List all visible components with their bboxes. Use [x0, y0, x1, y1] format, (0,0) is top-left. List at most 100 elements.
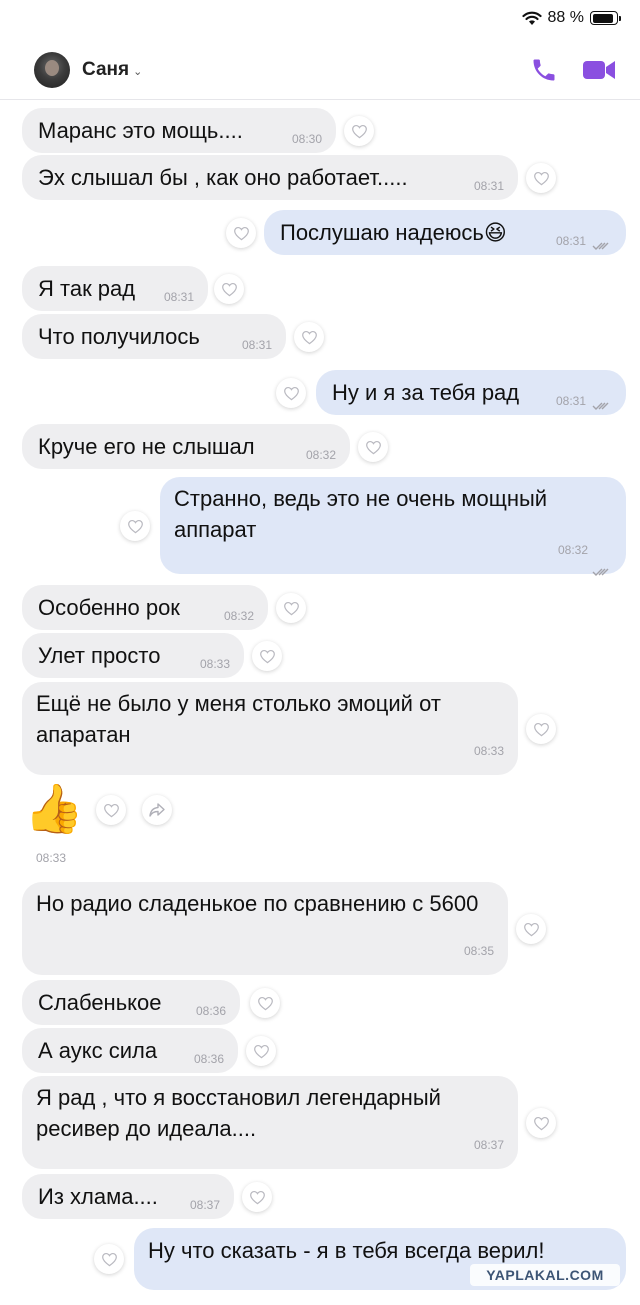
video-call-button[interactable]	[582, 56, 616, 84]
like-heart-button[interactable]	[226, 218, 256, 248]
message-text: Круче его не слышал	[38, 431, 255, 462]
message-time: 08:32	[557, 543, 588, 557]
message-text: Ну и я за тебя рад	[332, 377, 519, 408]
battery-percent: 88 %	[547, 9, 584, 26]
call-button[interactable]	[530, 56, 558, 84]
read-ticks-icon	[592, 228, 612, 250]
message-text: Особенно рок	[38, 592, 180, 623]
heart-icon	[365, 440, 381, 454]
chat-header: Саня ⌄	[0, 44, 640, 100]
heart-icon	[127, 519, 143, 533]
message-text-content: Особенно рок	[38, 595, 180, 620]
incoming-message-bubble[interactable]: Я рад , что я восстановил легендарный ре…	[22, 1076, 518, 1169]
message-text: А аукс сила	[38, 1035, 157, 1066]
message-text: Из хлама....	[38, 1181, 158, 1212]
like-heart-button[interactable]	[526, 163, 556, 193]
message-text-content: Круче его не слышал	[38, 434, 255, 459]
like-heart-button[interactable]	[526, 1108, 556, 1138]
incoming-message-bubble[interactable]: Слабенькое 08:36	[22, 980, 240, 1025]
outgoing-message-bubble[interactable]: Ну и я за тебя рад 08:31	[316, 370, 626, 415]
like-heart-button[interactable]	[276, 378, 306, 408]
heart-icon	[253, 1044, 269, 1058]
heart-icon	[533, 1116, 549, 1130]
message-text-content: Что получилось	[38, 324, 200, 349]
heart-icon	[283, 601, 299, 615]
message-time: 08:37	[473, 1138, 504, 1152]
like-heart-button[interactable]	[96, 795, 126, 825]
incoming-message-bubble[interactable]: Маранс это мощь.... 08:30	[22, 108, 336, 153]
battery-icon	[590, 11, 621, 25]
message-time: 08:33	[36, 851, 67, 865]
message-text-content: Слабенькое	[38, 990, 162, 1015]
incoming-message-bubble[interactable]: Особенно рок 08:32	[22, 585, 268, 630]
message-text-content: Я так рад	[38, 276, 136, 301]
avatar[interactable]	[34, 52, 70, 88]
read-ticks-icon	[592, 554, 612, 576]
heart-icon	[257, 996, 273, 1010]
like-heart-button[interactable]	[294, 322, 324, 352]
like-heart-button[interactable]	[120, 511, 150, 541]
message-text-content: Ну что сказать - я в тебя всегда верил!	[148, 1238, 545, 1263]
outgoing-message-bubble[interactable]: Послушаю надеюсь😆 08:31	[264, 210, 626, 255]
outgoing-message-bubble[interactable]: Странно, ведь это не очень мощный аппара…	[160, 477, 626, 576]
message-text-content: Странно, ведь это не очень мощный аппара…	[174, 486, 548, 542]
message-text: Маранс это мощь....	[38, 115, 243, 146]
message-time: 08:37	[189, 1198, 220, 1212]
message-text: Я так рад	[38, 273, 135, 304]
incoming-message-bubble[interactable]: А аукс сила 08:36	[22, 1028, 238, 1073]
incoming-message-bubble[interactable]: Эх слышал бы , как оно работает..... 08:3…	[22, 155, 518, 200]
like-heart-button[interactable]	[250, 988, 280, 1018]
heart-icon	[283, 386, 299, 400]
heart-icon	[249, 1190, 265, 1204]
like-heart-button[interactable]	[344, 116, 374, 146]
incoming-message-bubble[interactable]: Что получилось 08:31	[22, 314, 286, 359]
like-heart-button[interactable]	[242, 1182, 272, 1212]
message-time: 08:33	[199, 657, 230, 671]
message-text: Слабенькое	[38, 987, 162, 1018]
message-time: 08:31	[555, 394, 586, 408]
laughing-emoji: 😆	[483, 220, 507, 245]
message-time: 08:30	[291, 132, 322, 146]
message-time: 08:36	[195, 1004, 226, 1018]
wifi-icon	[521, 11, 542, 25]
contact-name-button[interactable]: Саня ⌄	[82, 59, 142, 81]
message-time: 08:31	[555, 234, 586, 248]
incoming-message-bubble[interactable]: Улет просто 08:33	[22, 633, 244, 678]
incoming-message-bubble[interactable]: Из хлама.... 08:37	[22, 1174, 234, 1219]
status-right: 88 %	[521, 9, 621, 27]
message-time: 08:36	[193, 1052, 224, 1066]
message-time: 08:32	[305, 448, 336, 462]
like-heart-button[interactable]	[94, 1244, 124, 1274]
incoming-message-bubble[interactable]: Но радио сладенькое по сравнению с 5600 0…	[22, 882, 508, 975]
message-text-content: Улет просто	[38, 643, 161, 668]
message-text-content: Из хлама....	[38, 1184, 158, 1209]
message-text-content: А аукс сила	[38, 1038, 158, 1063]
message-text: Эх слышал бы , как оно работает.....	[38, 162, 408, 193]
message-text-content: Ещё не было у меня столько эмоций от апа…	[36, 691, 441, 747]
message-text-content: Эх слышал бы , как оно работает.....	[38, 165, 408, 190]
message-list[interactable]: Маранс это мощь.... 08:30 Эх слышал бы , к…	[0, 100, 640, 1305]
message-time: 08:35	[463, 944, 494, 958]
like-heart-button[interactable]	[246, 1036, 276, 1066]
incoming-message-bubble[interactable]: Ещё не было у меня столько эмоций от апа…	[22, 682, 518, 775]
thumbs-up-sticker[interactable]: 👍	[24, 783, 84, 837]
incoming-message-bubble[interactable]: Круче его не слышал 08:32	[22, 424, 350, 469]
message-text: Что получилось	[38, 321, 200, 352]
message-text: Странно, ведь это не очень мощный аппара…	[174, 483, 612, 545]
like-heart-button[interactable]	[526, 714, 556, 744]
contact-name: Саня	[82, 59, 130, 80]
message-time: 08:31	[473, 179, 504, 193]
like-heart-button[interactable]	[252, 641, 282, 671]
heart-icon	[103, 803, 119, 817]
share-button[interactable]	[142, 795, 172, 825]
battery-level	[592, 13, 613, 23]
video-camera-icon	[583, 61, 615, 79]
like-heart-button[interactable]	[214, 274, 244, 304]
status-bar: 88 %	[0, 0, 640, 40]
message-text: Ещё не было у меня столько эмоций от апа…	[36, 688, 504, 750]
like-heart-button[interactable]	[358, 432, 388, 462]
incoming-message-bubble[interactable]: Я так рад 08:31	[22, 266, 208, 311]
message-text-content: Ну и я за тебя рад	[332, 380, 520, 405]
like-heart-button[interactable]	[276, 593, 306, 623]
like-heart-button[interactable]	[516, 914, 546, 944]
